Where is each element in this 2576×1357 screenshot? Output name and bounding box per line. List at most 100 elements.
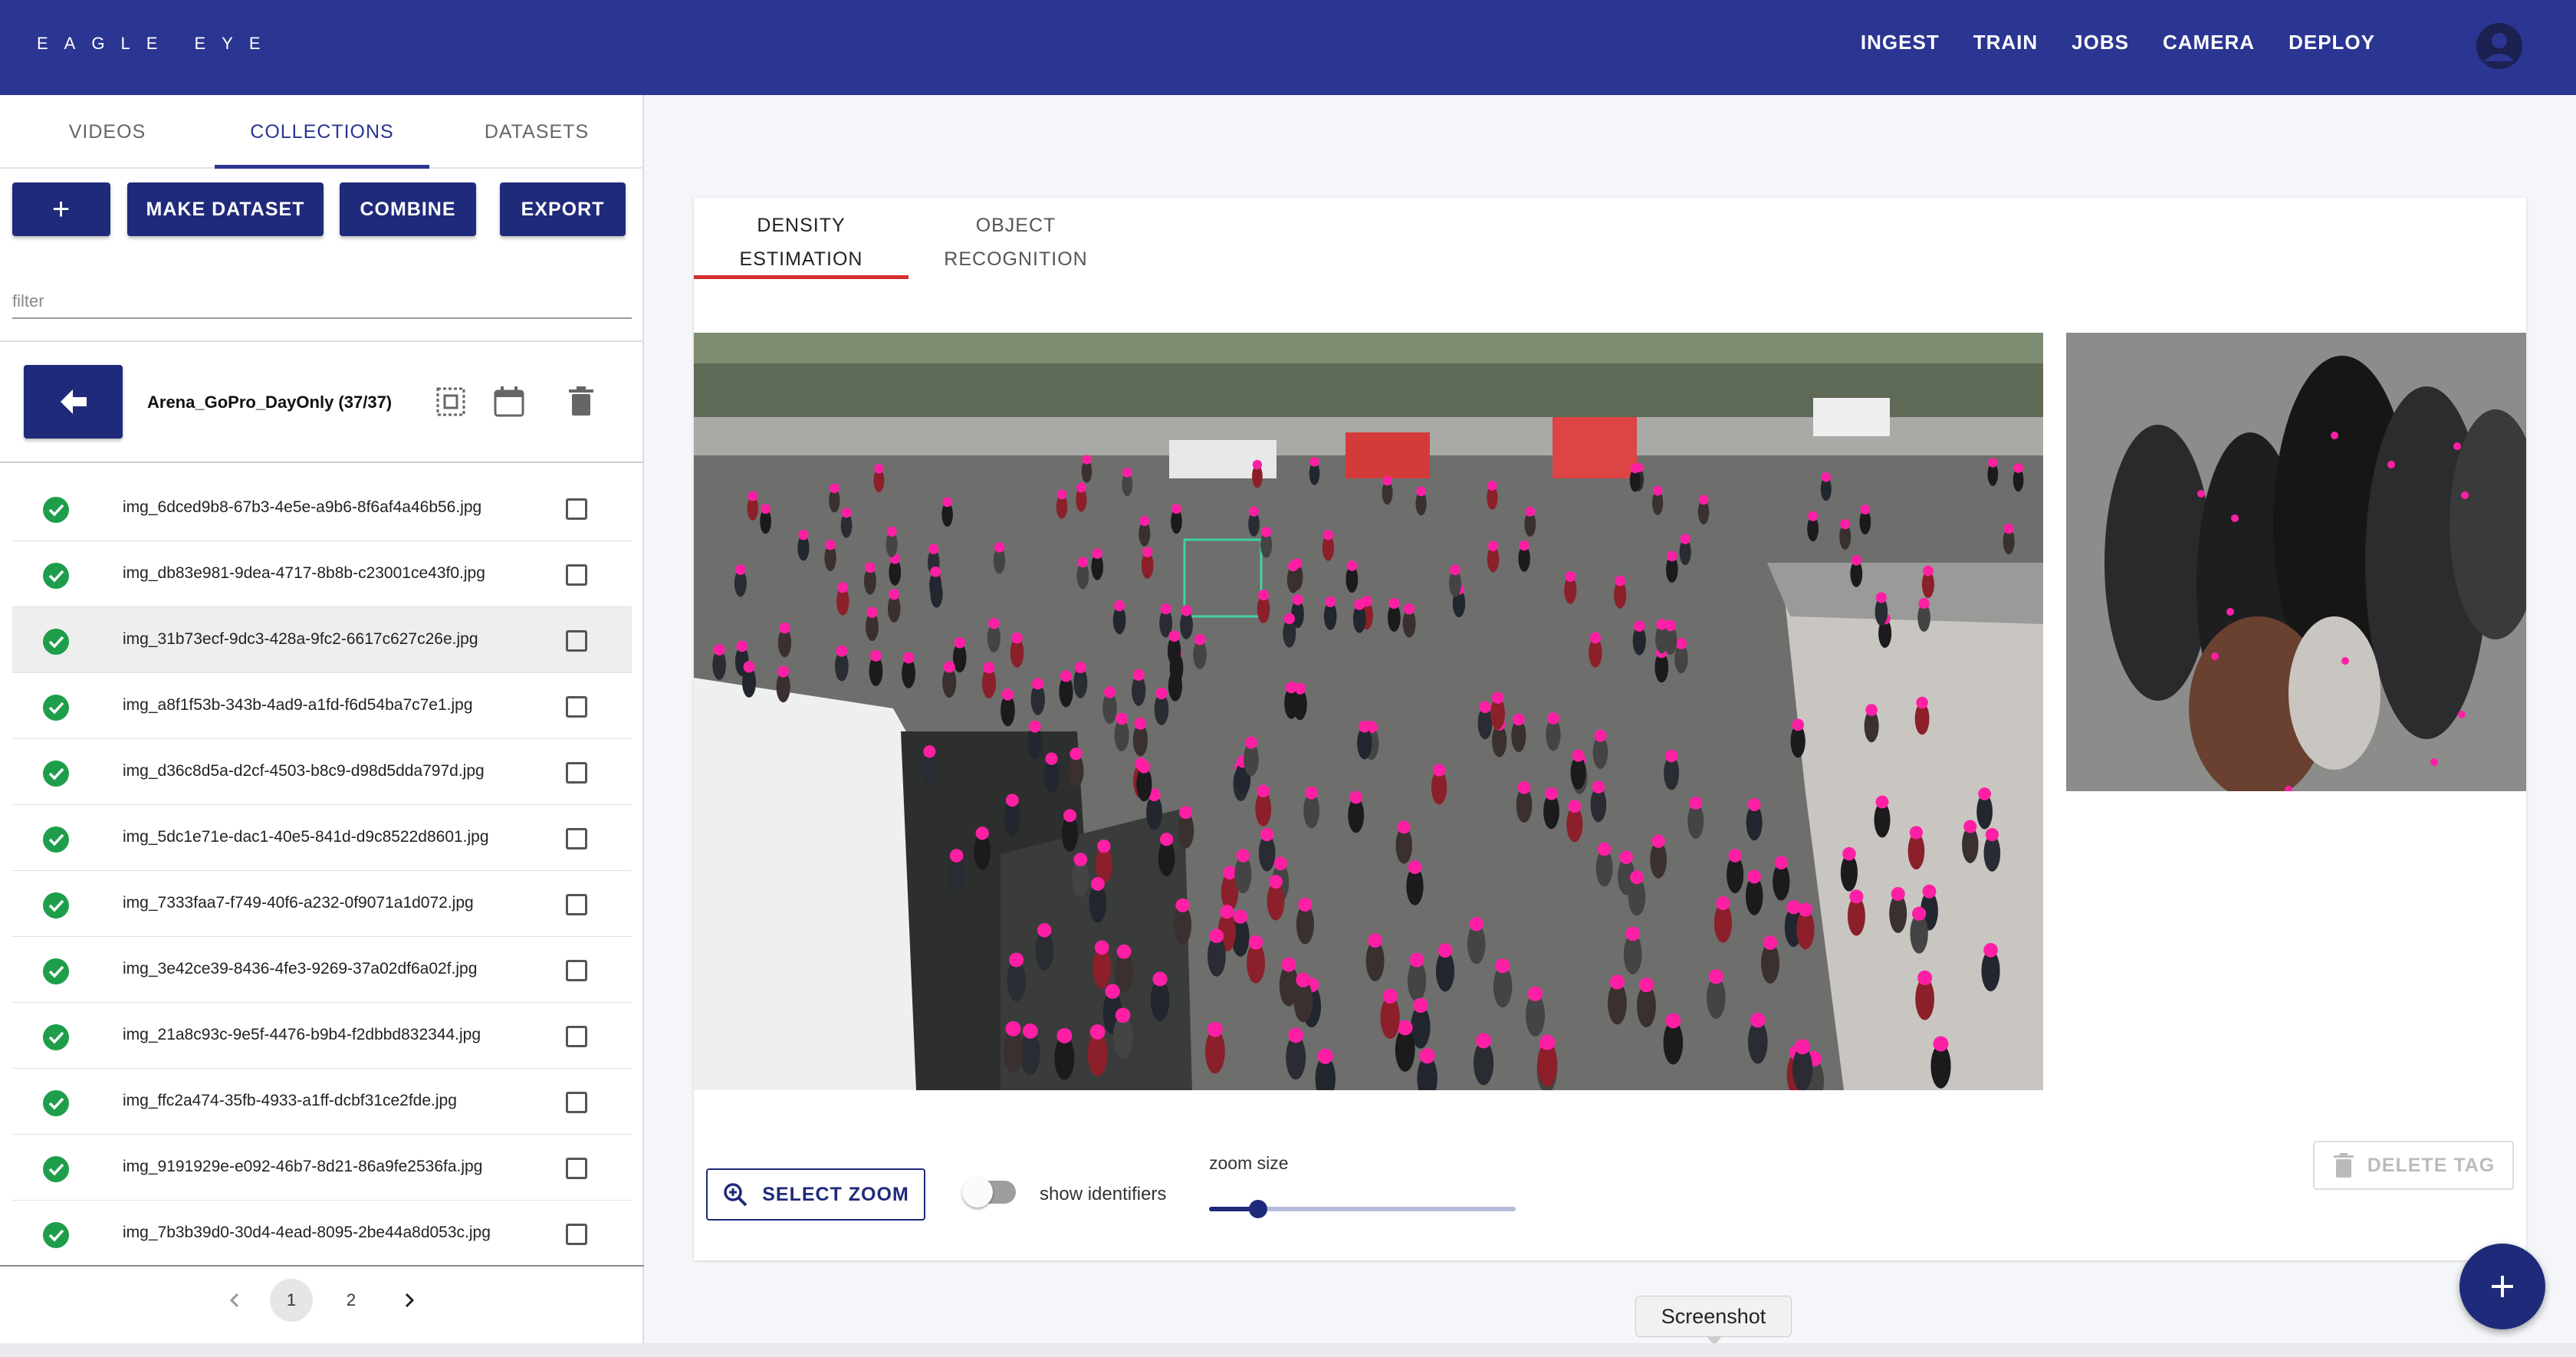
list-item[interactable]: img_d36c8d5a-d2cf-4503-b8c9-d98d5dda797d… bbox=[12, 739, 632, 805]
make-dataset-button[interactable]: MAKE DATASET bbox=[127, 182, 324, 236]
head-annotation-dot bbox=[1077, 557, 1089, 568]
row-checkbox[interactable] bbox=[566, 1092, 587, 1113]
head-annotation-dot bbox=[1179, 806, 1193, 820]
head-annotation-dot bbox=[841, 508, 852, 518]
back-button[interactable] bbox=[24, 365, 123, 439]
combine-button[interactable]: COMBINE bbox=[340, 182, 476, 236]
row-checkbox[interactable] bbox=[566, 894, 587, 915]
file-name: img_7333faa7-f749-40f6-a232-0f9071a1d072… bbox=[123, 894, 474, 912]
head-annotation-dot bbox=[1283, 613, 1296, 625]
row-checkbox[interactable] bbox=[566, 960, 587, 981]
check-circle-icon bbox=[43, 1156, 69, 1182]
select-zoom-button[interactable]: SELECT ZOOM bbox=[706, 1168, 925, 1221]
head-annotation-dot bbox=[1285, 681, 1298, 694]
select-zoom-label: SELECT ZOOM bbox=[762, 1183, 909, 1205]
head-annotation-dot bbox=[1168, 630, 1180, 642]
list-item[interactable]: img_5dc1e71e-dac1-40e5-841d-d9c8522d8601… bbox=[12, 805, 632, 871]
export-button[interactable]: EXPORT bbox=[500, 182, 626, 236]
head-annotation-dot bbox=[1689, 796, 1703, 810]
head-annotation-dot bbox=[942, 497, 953, 508]
head-annotation-dot bbox=[1142, 547, 1153, 557]
head-annotation-dot bbox=[1597, 843, 1612, 856]
row-checkbox[interactable] bbox=[566, 828, 587, 849]
list-item[interactable]: img_7333faa7-f749-40f6-a232-0f9071a1d072… bbox=[12, 871, 632, 937]
calendar-icon[interactable] bbox=[492, 385, 526, 419]
row-checkbox[interactable] bbox=[566, 1026, 587, 1047]
row-checkbox[interactable] bbox=[566, 498, 587, 520]
head-annotation-dot bbox=[1525, 506, 1536, 517]
nav-deploy[interactable]: DEPLOY bbox=[2272, 31, 2392, 54]
add-collection-button[interactable]: + bbox=[12, 182, 110, 236]
tab-collections[interactable]: COLLECTIONS bbox=[215, 95, 429, 169]
head-annotation-dot bbox=[1298, 897, 1313, 912]
head-annotation-dot bbox=[1032, 678, 1044, 690]
head-annotation-dot bbox=[1171, 504, 1181, 514]
list-item[interactable]: img_db83e981-9dea-4717-8b8b-c23001ce43f0… bbox=[12, 541, 632, 607]
density-image[interactable] bbox=[694, 333, 2043, 1090]
filter-input[interactable]: filter bbox=[12, 287, 632, 319]
list-item[interactable]: img_3e42ce39-8436-4fe3-9269-37a02df6a02f… bbox=[12, 937, 632, 1003]
head-annotation-dot bbox=[2331, 432, 2338, 439]
list-item[interactable]: img_7b3b39d0-30d4-4ead-8095-2be44a8d053c… bbox=[12, 1201, 632, 1265]
nav-jobs[interactable]: JOBS bbox=[2055, 31, 2146, 54]
list-item[interactable]: img_21a8c93c-9e5f-4476-b9b4-f2dbbd832344… bbox=[12, 1003, 632, 1069]
head-annotation-dot bbox=[1519, 540, 1530, 551]
head-annotation-dot bbox=[1922, 884, 1937, 899]
nav-train[interactable]: TRAIN bbox=[1957, 31, 2055, 54]
head-annotation-dot bbox=[1269, 875, 1283, 889]
slider-thumb[interactable] bbox=[1249, 1200, 1267, 1218]
head-annotation-dot bbox=[1322, 530, 1334, 540]
head-annotation-dot bbox=[1638, 978, 1654, 993]
add-fab-button[interactable] bbox=[2459, 1244, 2545, 1329]
tab-datasets[interactable]: DATASETS bbox=[429, 95, 644, 169]
head-annotation-dot bbox=[1680, 534, 1691, 544]
nav-ingest[interactable]: INGEST bbox=[1844, 31, 1957, 54]
row-checkbox[interactable] bbox=[566, 696, 587, 718]
delete-tag-button[interactable]: DELETE TAG bbox=[2313, 1141, 2514, 1190]
row-checkbox[interactable] bbox=[566, 630, 587, 652]
list-item[interactable]: img_9191929e-e092-46b7-8d21-86a9fe2536fa… bbox=[12, 1135, 632, 1201]
head-annotation-dot bbox=[2341, 657, 2349, 665]
check-circle-icon bbox=[43, 1090, 69, 1116]
row-checkbox[interactable] bbox=[566, 564, 587, 586]
row-checkbox[interactable] bbox=[566, 1158, 587, 1179]
head-annotation-dot bbox=[1252, 459, 1263, 470]
head-annotation-dot bbox=[1403, 603, 1415, 615]
page-2-button[interactable]: 2 bbox=[330, 1279, 373, 1322]
list-item[interactable]: img_ffc2a474-35fb-4933-a1ff-dcbf31ce2fde… bbox=[12, 1069, 632, 1135]
head-annotation-dot bbox=[1918, 597, 1930, 610]
head-annotation-dot bbox=[870, 649, 882, 662]
list-item[interactable]: img_a8f1f53b-343b-4ad9-a1fd-f6d54ba7c7e1… bbox=[12, 673, 632, 739]
tab-object-recognition[interactable]: OBJECT RECOGNITION bbox=[909, 209, 1123, 279]
head-annotation-dot bbox=[1317, 1048, 1333, 1064]
head-annotation-dot bbox=[1397, 820, 1411, 834]
list-item[interactable]: img_6dced9b8-67b3-4e5e-a9b6-8f6af4a46b56… bbox=[12, 475, 632, 541]
show-identifiers-toggle[interactable] bbox=[962, 1177, 1016, 1208]
head-annotation-dot bbox=[1248, 935, 1263, 950]
head-annotation-dot bbox=[1708, 969, 1723, 984]
row-checkbox[interactable] bbox=[566, 762, 587, 784]
nav-camera[interactable]: CAMERA bbox=[2146, 31, 2272, 54]
head-annotation-dot bbox=[1037, 923, 1052, 938]
select-all-icon[interactable] bbox=[434, 385, 468, 419]
zoom-size-slider[interactable] bbox=[1209, 1200, 1516, 1218]
head-annotation-dot bbox=[1665, 750, 1678, 763]
tab-videos[interactable]: VIDEOS bbox=[0, 95, 215, 169]
account-icon[interactable] bbox=[2476, 23, 2522, 69]
check-circle-icon bbox=[43, 761, 69, 787]
head-annotation-dot bbox=[1132, 669, 1145, 681]
head-annotation-dot bbox=[1116, 712, 1128, 725]
toggle-knob[interactable] bbox=[962, 1177, 993, 1208]
head-annotation-dot bbox=[1479, 701, 1491, 714]
prev-page-icon[interactable] bbox=[213, 1279, 256, 1322]
page-1-button[interactable]: 1 bbox=[270, 1279, 313, 1322]
head-annotation-dot bbox=[1220, 905, 1234, 919]
row-checkbox[interactable] bbox=[566, 1224, 587, 1245]
next-page-icon[interactable] bbox=[388, 1279, 431, 1322]
list-item-selected[interactable]: img_31b73ecf-9dc3-428a-9fc2-6617c627c26e… bbox=[12, 607, 632, 673]
head-annotation-dot bbox=[1865, 704, 1878, 716]
tab-density-estimation[interactable]: DENSITY ESTIMATION bbox=[694, 209, 909, 279]
trash-icon[interactable] bbox=[564, 385, 598, 419]
head-annotation-dot bbox=[865, 562, 876, 573]
head-annotation-dot bbox=[2231, 514, 2239, 522]
